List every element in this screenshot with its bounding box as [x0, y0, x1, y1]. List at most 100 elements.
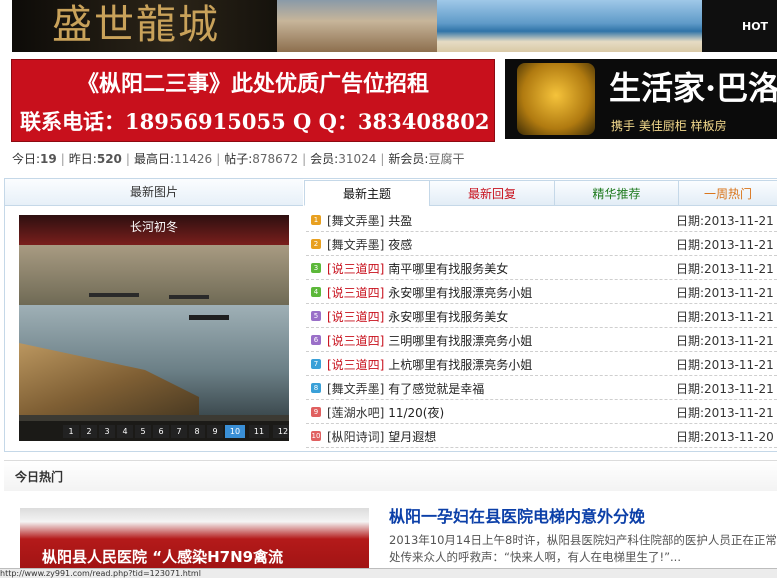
- tab-latest-topics[interactable]: 最新主题: [304, 180, 430, 206]
- topic-category-link[interactable]: [舞文弄墨]: [327, 214, 384, 228]
- tab-weekly-hot[interactable]: 一周热门: [678, 180, 777, 206]
- topic-category-link[interactable]: [说三道四]: [327, 310, 384, 324]
- stats-separator: |: [302, 152, 307, 166]
- fleur-emblem-icon: [517, 63, 595, 135]
- slide-boats-image: [89, 293, 229, 320]
- banner-logo-text: 盛世龍城: [52, 2, 220, 48]
- topic-date: 日期:2013-11-21 08: [676, 310, 777, 324]
- today-hot-title: 今日热门: [15, 470, 64, 484]
- stats-value[interactable]: 豆腐干: [428, 152, 464, 166]
- ad-rent-banner[interactable]: 《枞阳二三事》此处优质广告位招租 联系电话：18956915055 Q Q：38…: [11, 59, 495, 142]
- slide-pager-button[interactable]: 2: [81, 425, 97, 438]
- topic-title-link[interactable]: 夜感: [388, 238, 412, 252]
- forum-stats-bar: 今日:19 | 昨日:520 | 最高日:11426 | 帖子:878672 | 会员:3102…: [12, 150, 464, 166]
- stats-label: 会员:: [310, 152, 339, 166]
- topic-title-link[interactable]: 南平哪里有找服务美女: [388, 262, 508, 276]
- ad-furniture-sub: 携手 美佳厨柜 样板房: [611, 119, 727, 133]
- topic-category-link[interactable]: [说三道四]: [327, 286, 384, 300]
- topic-date: 日期:2013-11-21 08: [676, 406, 777, 420]
- slide-pager-button[interactable]: 3: [99, 425, 115, 438]
- topic-date: 日期:2013-11-21 08: [676, 262, 777, 276]
- topic-category-link[interactable]: [舞文弄墨]: [327, 238, 384, 252]
- topic-title-wrap: [说三道四] 南平哪里有找服务美女: [327, 260, 508, 277]
- topic-category-link[interactable]: [说三道四]: [327, 334, 384, 348]
- ad-rent-title: 《枞阳二三事》此处优质广告位招租: [76, 71, 429, 97]
- topic-row: 9 [莲湖水吧] 11/20(夜) 日期:2013-11-21 08: [306, 400, 777, 424]
- banner-sea-image: [437, 0, 702, 52]
- slide-pager-button[interactable]: 6: [153, 425, 169, 438]
- tab-featured[interactable]: 精华推荐: [554, 180, 679, 206]
- slide-pager-button[interactable]: 7: [171, 425, 187, 438]
- topic-category-link[interactable]: [舞文弄墨]: [327, 382, 384, 396]
- stats-value: 878672: [252, 152, 299, 166]
- slide-pager-button[interactable]: 5: [135, 425, 151, 438]
- slide-pager-button[interactable]: 4: [117, 425, 133, 438]
- topic-title-wrap: [莲湖水吧] 11/20(夜): [327, 404, 444, 421]
- stats-value: 31024: [338, 152, 377, 166]
- topic-rank-badge: 8: [311, 383, 321, 393]
- today-hot-summary-line1: 2013年10月14日上午8时许，枞阳县医院妇产科住院部的医护人员正在正常: [389, 533, 777, 547]
- topic-category-link[interactable]: [枞阳诗词]: [327, 430, 384, 444]
- banner-buildings-image: [277, 0, 437, 52]
- tab-latest-replies[interactable]: 最新回复: [429, 180, 555, 206]
- topic-title-link[interactable]: 望月遐想: [388, 430, 436, 444]
- topic-row: 5 [说三道四] 永安哪里有找服务美女 日期:2013-11-21 08: [306, 304, 777, 328]
- topic-title-wrap: [说三道四] 上杭哪里有找服漂亮务小姐: [327, 356, 532, 373]
- today-hot-image[interactable]: 枞阳县人民医院 “人感染H7N9禽流: [20, 508, 369, 577]
- topic-category-link[interactable]: [说三道四]: [327, 358, 384, 372]
- topic-title-wrap: [舞文弄墨] 共盈: [327, 212, 412, 229]
- stats-label: 帖子:: [224, 152, 253, 166]
- banner-hot-area: HOT: [702, 0, 777, 52]
- picture-slideshow[interactable]: 长河初冬 1 2 3 4 5 6 7 8 9 10 11 12: [19, 215, 289, 441]
- topic-rank-badge: 7: [311, 359, 321, 369]
- topic-category-link[interactable]: [莲湖水吧]: [327, 406, 384, 420]
- top-banner-ad[interactable]: 盛世龍城 HOT: [12, 0, 777, 52]
- topic-row: 2 [舞文弄墨] 夜感 日期:2013-11-21 08: [306, 232, 777, 256]
- topic-title-link[interactable]: 11/20(夜): [388, 406, 444, 420]
- today-hot-image-text: 枞阳县人民医院 “人感染H7N9禽流: [42, 548, 284, 566]
- slide-pager-button[interactable]: 12: [273, 425, 289, 438]
- topic-rank-badge: 1: [311, 215, 321, 225]
- slide-caption[interactable]: 长河初冬: [19, 218, 289, 235]
- topic-title-wrap: [说三道四] 永安哪里有找服务美女: [327, 308, 508, 325]
- topic-rank-badge: 3: [311, 263, 321, 273]
- topic-row: 1 [舞文弄墨] 共盈 日期:2013-11-21 08: [306, 208, 777, 232]
- ad-furniture-brand: 生活家·巴洛: [609, 69, 777, 107]
- stats-separator: |: [125, 152, 130, 166]
- stats-separator: |: [60, 152, 65, 166]
- slide-pager-button[interactable]: 8: [189, 425, 205, 438]
- topic-date: 日期:2013-11-21 08: [676, 238, 777, 252]
- slide-pager-button[interactable]: 11: [249, 425, 269, 438]
- stats-value: 11426: [174, 152, 213, 166]
- topic-date: 日期:2013-11-21 08: [676, 286, 777, 300]
- topic-row: 8 [舞文弄墨] 有了感觉就是幸福 日期:2013-11-21 08: [306, 376, 777, 400]
- stats-separator: |: [380, 152, 385, 166]
- topic-category-link[interactable]: [说三道四]: [327, 262, 384, 276]
- stats-label: 昨日:: [68, 152, 97, 166]
- slide-pager-button[interactable]: 1: [63, 425, 79, 438]
- topic-title-link[interactable]: 永安哪里有找服务美女: [388, 310, 508, 324]
- slide-pager: 1 2 3 4 5 6 7 8 9 10 11 12: [19, 421, 289, 441]
- stats-separator: |: [216, 152, 221, 166]
- topic-title-link[interactable]: 有了感觉就是幸福: [388, 382, 484, 396]
- topic-rank-badge: 6: [311, 335, 321, 345]
- ad-rent-contact: 联系电话：18956915055 Q Q：383408802: [20, 109, 490, 134]
- today-hot-summary: 2013年10月14日上午8时许，枞阳县医院妇产科住院部的医护人员正在正常 处传…: [389, 532, 777, 566]
- slide-pager-button[interactable]: 10: [225, 425, 245, 438]
- topic-rank-badge: 5: [311, 311, 321, 321]
- topic-row: 7 [说三道四] 上杭哪里有找服漂亮务小姐 日期:2013-11-21 08: [306, 352, 777, 376]
- stats-value: 520: [96, 152, 122, 166]
- topic-date: 日期:2013-11-21 08: [676, 214, 777, 228]
- today-hot-headline-link[interactable]: 枞阳一孕妇在县医院电梯内意外分娩: [389, 503, 645, 527]
- topic-row: 4 [说三道四] 永安哪里有找服漂亮务小姐 日期:2013-11-21 08: [306, 280, 777, 304]
- stats-value: 19: [40, 152, 57, 166]
- topic-date: 日期:2013-11-21 08: [676, 334, 777, 348]
- ad-furniture-banner[interactable]: 生活家·巴洛 携手 美佳厨柜 样板房: [505, 59, 777, 139]
- stats-label: 新会员:: [388, 152, 429, 166]
- topic-title-link[interactable]: 永安哪里有找服漂亮务小姐: [388, 286, 532, 300]
- topic-title-link[interactable]: 三明哪里有找服漂亮务小姐: [388, 334, 532, 348]
- slide-pager-button[interactable]: 9: [207, 425, 223, 438]
- topic-title-link[interactable]: 共盈: [388, 214, 412, 228]
- banner-hot-text: HOT: [742, 20, 769, 33]
- topic-title-link[interactable]: 上杭哪里有找服漂亮务小姐: [388, 358, 532, 372]
